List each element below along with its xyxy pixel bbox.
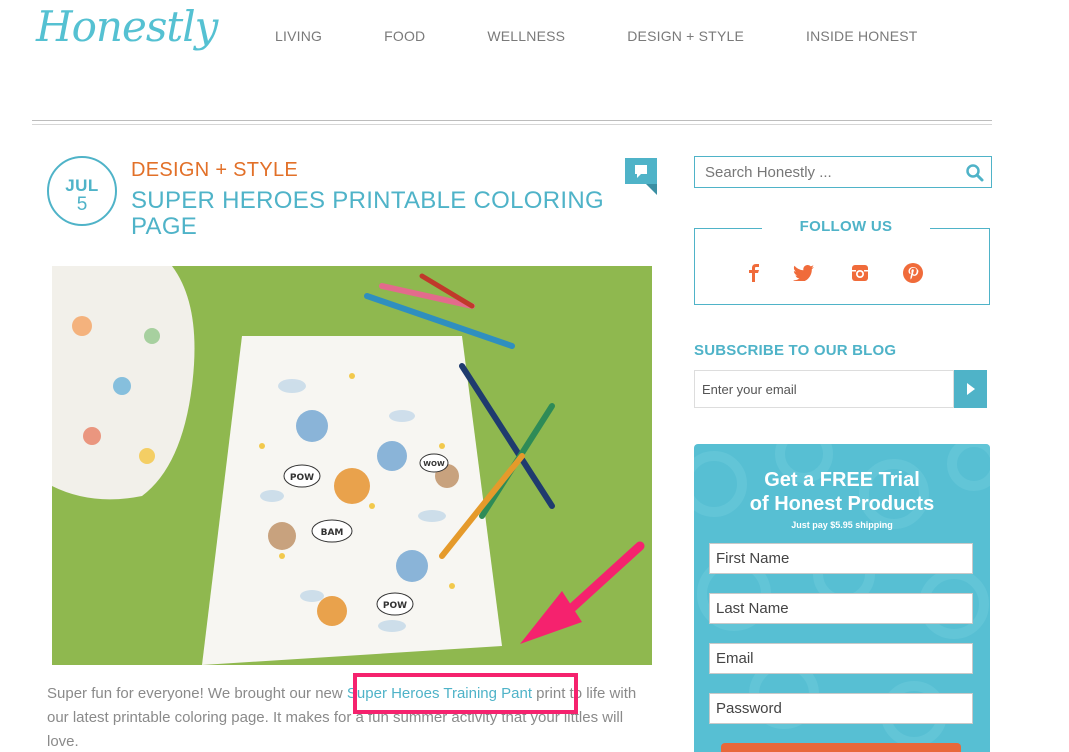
subscribe-email-input[interactable] [694, 370, 954, 408]
search-box [694, 156, 992, 188]
twitter-icon[interactable] [793, 262, 815, 284]
follow-us-title: FOLLOW US [762, 218, 930, 235]
nav-design-style[interactable]: DESIGN + STYLE [627, 28, 744, 44]
nav-inside-honest[interactable]: INSIDE HONEST [806, 28, 918, 44]
logo-text: Honestly [36, 2, 218, 51]
instagram-icon[interactable] [849, 262, 871, 284]
post-date-month: JUL [65, 176, 99, 195]
follow-us-panel [694, 228, 990, 305]
nav-food[interactable]: FOOD [384, 28, 425, 44]
hero-label-pow: POW [290, 473, 314, 483]
pinterest-icon[interactable] [902, 262, 924, 284]
trial-title-line1: Get a FREE Trial [764, 469, 920, 491]
main-nav: LIVING FOOD WELLNESS DESIGN + STYLE INSI… [275, 28, 918, 44]
post-hero-image: POW BAM POW WOW [52, 266, 652, 665]
trial-title-line2: of Honest Products [749, 493, 935, 515]
hero-label-bam: BAM [321, 528, 344, 538]
last-name-field[interactable] [709, 593, 973, 624]
post-title[interactable]: SUPER HEROES PRINTABLE COLORING PAGE [131, 188, 611, 240]
post-date-badge: JUL 5 [47, 156, 117, 226]
nav-living[interactable]: LIVING [275, 28, 322, 44]
comment-icon [635, 165, 647, 178]
trial-title: Get a FREE Trial of Honest Products [694, 468, 990, 516]
post-date-day: 5 [76, 194, 88, 215]
subscribe-submit-button[interactable] [954, 370, 987, 408]
subscribe-title: SUBSCRIBE TO OUR BLOG [694, 342, 897, 359]
first-name-field[interactable] [709, 543, 973, 574]
nav-wellness[interactable]: WELLNESS [487, 28, 565, 44]
link-highlight-box [353, 673, 578, 714]
comments-button[interactable] [625, 158, 657, 195]
header-divider [32, 120, 992, 121]
free-trial-panel: Get a FREE Trial of Honest Products Just… [694, 444, 990, 752]
email-field[interactable] [709, 643, 973, 674]
search-input[interactable] [695, 157, 955, 187]
honestly-logo[interactable]: Honestly [36, 2, 218, 72]
hero-label-pow-2: POW [383, 601, 407, 611]
post-excerpt-intro: Super fun for everyone! We brought our n… [47, 685, 347, 702]
coloring-page-photo: POW BAM POW WOW [52, 266, 652, 665]
header-divider-secondary [32, 124, 992, 125]
trial-subtitle: Just pay $5.95 shipping [791, 520, 893, 530]
search-icon[interactable] [965, 163, 985, 183]
password-field[interactable] [709, 693, 973, 724]
arrow-right-icon [966, 383, 975, 395]
trial-submit-button[interactable] [721, 743, 961, 752]
post-category-link[interactable]: DESIGN + STYLE [131, 159, 298, 182]
facebook-icon[interactable] [743, 262, 765, 284]
hero-label-wow: WOW [423, 460, 445, 468]
